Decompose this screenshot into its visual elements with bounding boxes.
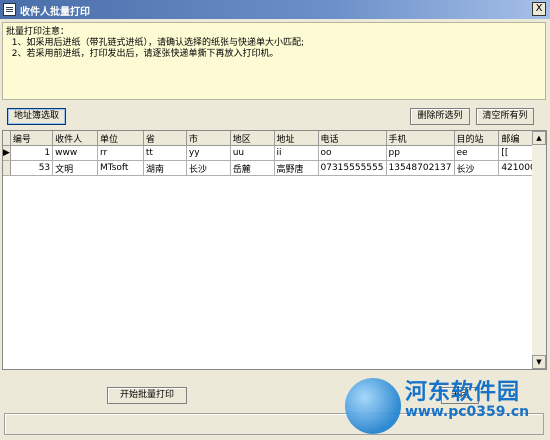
table-cell[interactable]: uu (230, 145, 275, 161)
table-cell[interactable]: 长沙 (186, 160, 231, 176)
table-cell[interactable]: ee (454, 145, 500, 161)
vertical-scrollbar[interactable]: ▲ ▼ (532, 131, 546, 369)
clear-all-button[interactable]: 清空所有列 (476, 108, 534, 125)
column-header[interactable]: 手机 (386, 131, 455, 146)
table-cell[interactable]: 13548702137 (386, 160, 455, 176)
table-cell[interactable]: 07315555555 (318, 160, 387, 176)
table-cell[interactable]: oo (318, 145, 387, 161)
table-cell[interactable]: rr (97, 145, 144, 161)
table-cell[interactable]: 高野唐 (274, 160, 319, 176)
column-header[interactable]: 单位 (97, 131, 144, 146)
grid-header-row: 编号 收件人 单位 省 市 地区 地址 电话 手机 目的站 邮编 (3, 131, 546, 146)
table-row[interactable]: ▶ 1 www rr tt yy uu ii oo pp ee [[ (3, 145, 546, 161)
table-cell[interactable]: 1 (10, 145, 54, 161)
column-header[interactable]: 地址 (274, 131, 319, 146)
table-cell[interactable]: www (52, 145, 98, 161)
print-notice-panel: 批量打印注意： 1、如采用后进纸（带孔链式进纸），请确认选择的纸张与快递单大小匹… (2, 22, 546, 100)
watermark-logo-icon (345, 378, 401, 434)
table-cell[interactable]: 长沙 (454, 160, 500, 176)
column-header[interactable]: 省 (143, 131, 187, 146)
table-cell[interactable]: ii (274, 145, 319, 161)
column-header[interactable]: 电话 (318, 131, 387, 146)
address-book-select-button[interactable]: 地址簿选取 (7, 108, 66, 125)
table-cell[interactable]: MTsoft (97, 160, 144, 176)
column-header[interactable]: 编号 (10, 131, 54, 146)
window-title: 收件人批量打印 (20, 7, 90, 18)
delete-selected-button[interactable]: 删除所选列 (410, 108, 470, 125)
table-cell[interactable]: tt (143, 145, 187, 161)
close-window-button[interactable]: X (532, 2, 546, 16)
table-cell[interactable]: 湖南 (143, 160, 187, 176)
notice-heading: 批量打印注意： (6, 27, 70, 37)
row-indicator-header (3, 131, 11, 146)
watermark-url: www.pc0359.cn (405, 404, 530, 420)
table-cell[interactable]: yy (186, 145, 231, 161)
table-cell[interactable]: 文明 (52, 160, 98, 176)
column-header[interactable]: 市 (186, 131, 231, 146)
row-indicator (3, 160, 11, 176)
start-batch-print-button[interactable]: 开始批量打印 (107, 387, 187, 404)
table-cell[interactable]: pp (386, 145, 455, 161)
scroll-down-arrow-icon[interactable]: ▼ (532, 355, 546, 369)
column-header[interactable]: 地区 (230, 131, 275, 146)
table-row[interactable]: 53 文明 MTsoft 湖南 长沙 岳麓 高野唐 07315555555 13… (3, 160, 546, 176)
scroll-up-arrow-icon[interactable]: ▲ (532, 131, 546, 145)
table-cell[interactable]: 53 (10, 160, 54, 176)
column-header[interactable]: 收件人 (52, 131, 98, 146)
watermark: 河东软件园 www.pc0359.cn (345, 372, 550, 440)
title-bar: 收件人批量打印 X (0, 0, 550, 19)
row-indicator: ▶ (3, 145, 11, 161)
table-cell[interactable]: 岳麓 (230, 160, 275, 176)
column-header[interactable]: 目的站 (454, 131, 500, 146)
notice-line: 1、如采用后进纸（带孔链式进纸），请确认选择的纸张与快递单大小匹配; (6, 38, 304, 48)
app-icon (3, 3, 16, 16)
notice-line: 2、若采用前进纸，打印发出后，请逐张快递单撕下再放入打印机。 (6, 49, 279, 59)
watermark-name: 河东软件园 (405, 380, 521, 405)
recipient-grid[interactable]: 编号 收件人 单位 省 市 地区 地址 电话 手机 目的站 邮编 ▶ 1 www… (2, 130, 547, 370)
